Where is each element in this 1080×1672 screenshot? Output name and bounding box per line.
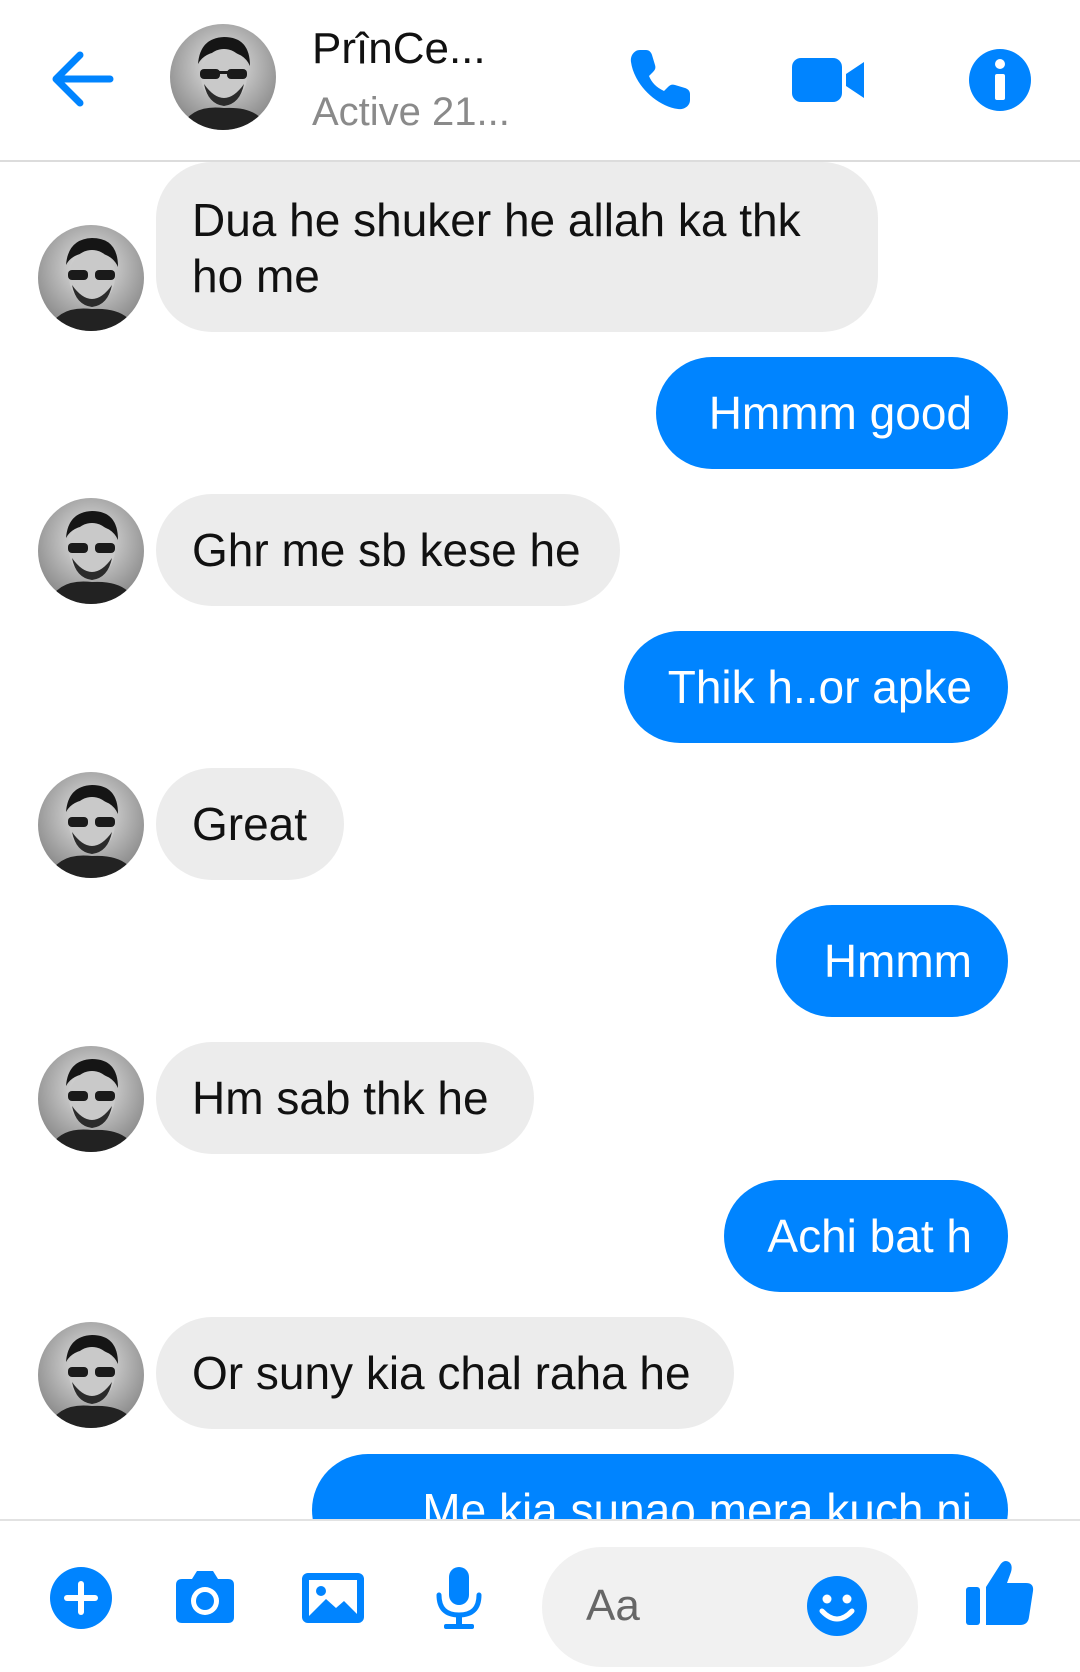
message-input[interactable]: Aa xyxy=(542,1547,918,1667)
contact-name[interactable]: PrînCe... xyxy=(312,24,486,74)
info-icon[interactable] xyxy=(960,40,1040,120)
composer-bar: Aa xyxy=(0,1519,1080,1672)
message-bubble[interactable]: Great xyxy=(156,768,344,880)
sender-avatar[interactable] xyxy=(38,498,144,604)
image-icon[interactable] xyxy=(296,1561,370,1635)
conversation-header: PrînCe... Active 21... xyxy=(0,0,1080,162)
sender-avatar[interactable] xyxy=(38,1046,144,1152)
plus-circle-icon[interactable] xyxy=(44,1561,118,1635)
message-input-placeholder: Aa xyxy=(586,1581,640,1630)
message-text: Hmmm good xyxy=(708,387,972,439)
message-thread[interactable]: Dua he shuker he allah ka thk ho me Hmmm… xyxy=(0,162,1080,1519)
smiley-icon[interactable] xyxy=(804,1573,870,1639)
camera-icon[interactable] xyxy=(168,1561,242,1635)
phone-icon[interactable] xyxy=(620,40,700,120)
contact-avatar[interactable] xyxy=(170,24,276,130)
message-text: Hmmm xyxy=(823,935,972,987)
message-bubble[interactable]: Dua he shuker he allah ka thk ho me xyxy=(156,162,878,332)
message-bubble[interactable]: Me kia sunao mera kuch ni xyxy=(312,1454,1008,1519)
sender-avatar[interactable] xyxy=(38,225,144,331)
message-bubble[interactable]: Hmmm xyxy=(776,905,1008,1017)
message-bubble[interactable]: Hmmm good xyxy=(656,357,1008,469)
arrow-left-icon[interactable] xyxy=(48,44,118,114)
message-text-line: ho me xyxy=(192,250,320,302)
message-text: Me kia sunao mera kuch ni xyxy=(422,1484,972,1519)
message-text: Ghr me sb kese he xyxy=(192,524,581,576)
message-bubble[interactable]: Hm sab thk he xyxy=(156,1042,534,1154)
message-bubble[interactable]: Thik h..or apke xyxy=(624,631,1008,743)
message-text-line: Dua he shuker he allah ka thk xyxy=(192,194,801,246)
sender-avatar[interactable] xyxy=(38,772,144,878)
sender-avatar[interactable] xyxy=(38,1322,144,1428)
message-bubble[interactable]: Achi bat h xyxy=(724,1180,1008,1292)
active-status: Active 21... xyxy=(312,90,510,134)
message-text: Great xyxy=(192,798,308,850)
thumbs-up-icon[interactable] xyxy=(960,1553,1040,1633)
microphone-icon[interactable] xyxy=(422,1561,496,1635)
message-text: Thik h..or apke xyxy=(667,661,972,713)
message-text: Hm sab thk he xyxy=(192,1072,489,1124)
message-bubble[interactable]: Or suny kia chal raha he xyxy=(156,1317,734,1429)
message-bubble[interactable]: Ghr me sb kese he xyxy=(156,494,620,606)
message-text: Achi bat h xyxy=(767,1210,972,1262)
message-text: Or suny kia chal raha he xyxy=(192,1347,691,1399)
video-camera-icon[interactable] xyxy=(788,40,868,120)
